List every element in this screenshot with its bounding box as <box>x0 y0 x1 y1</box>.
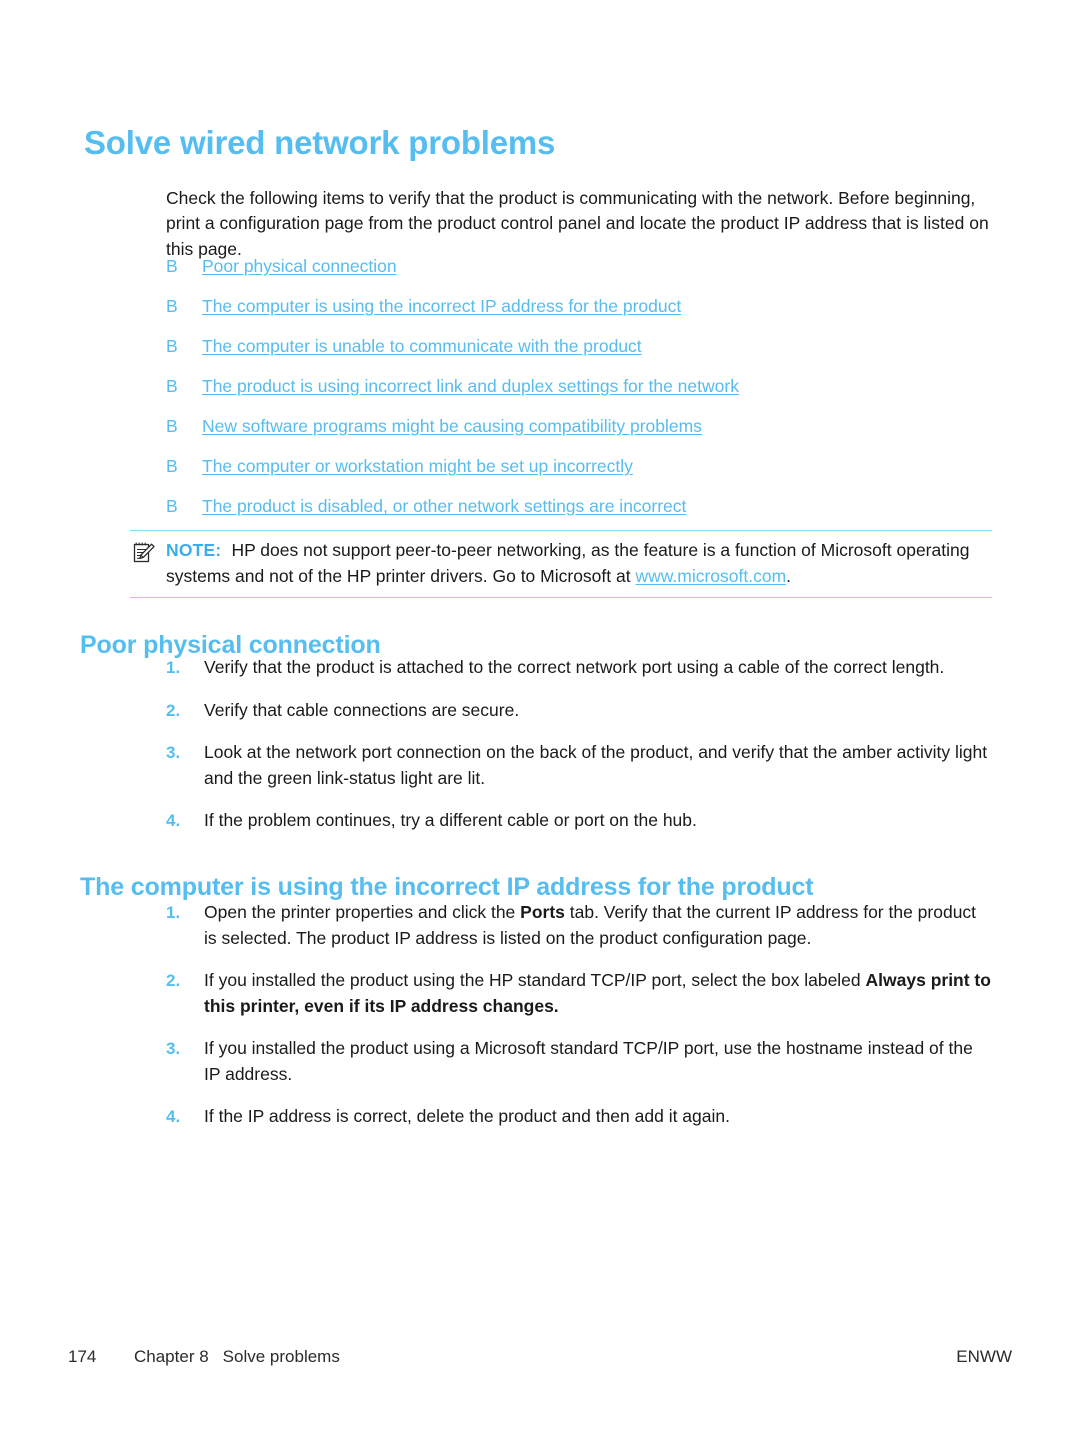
step-number: 3. <box>166 743 181 762</box>
steps-poor-physical-connection: 1. Verify that the product is attached t… <box>166 655 992 851</box>
list-item[interactable]: B The computer is unable to communicate … <box>166 336 996 376</box>
intro-paragraph: Check the following items to verify that… <box>166 187 989 259</box>
step-text-bold: Ports <box>520 902 565 922</box>
page-title: Solve wired network problems <box>84 124 556 162</box>
bullet-glyph-icon: B <box>166 296 178 316</box>
list-item: 2. If you installed the product using th… <box>166 968 992 1019</box>
section-link[interactable]: The computer or workstation might be set… <box>202 456 633 477</box>
section-link[interactable]: The computer is unable to communicate wi… <box>202 336 642 357</box>
note-label: NOTE: <box>166 540 222 560</box>
step-text: If you installed the product using a Mic… <box>204 1036 992 1087</box>
step-text: Open the printer properties and click th… <box>204 900 992 951</box>
note-text: HP does not support peer-to-peer network… <box>166 540 970 586</box>
note-callout: NOTE: HP does not support peer-to-peer ne… <box>130 530 992 598</box>
bullet-glyph-icon: B <box>166 376 178 396</box>
section-link[interactable]: Poor physical connection <box>202 256 397 277</box>
list-item: 1. Open the printer properties and click… <box>166 900 992 951</box>
list-item: 3. Look at the network port connection o… <box>166 740 992 791</box>
step-number: 3. <box>166 1039 181 1058</box>
bullet-glyph-icon: B <box>166 416 178 436</box>
footer-left: 174 Chapter 8 Solve problems <box>68 1347 340 1367</box>
list-item[interactable]: B New software programs might be causing… <box>166 416 996 456</box>
note-pencil-icon <box>131 540 157 566</box>
step-text: Verify that cable connections are secure… <box>204 699 520 720</box>
footer-chapter-title: Solve problems <box>222 1347 340 1366</box>
list-item[interactable]: B The product is using incorrect link an… <box>166 376 996 416</box>
section-link[interactable]: The computer is using the incorrect IP a… <box>202 296 681 317</box>
footer-right-label: ENWW <box>956 1347 1012 1366</box>
bullet-glyph-icon: B <box>166 256 178 276</box>
step-text-part: If the IP address is correct, delete the… <box>204 1106 730 1126</box>
section-link-list: B Poor physical connection B The compute… <box>166 256 996 536</box>
note-text-end: . <box>786 565 792 586</box>
step-number: 1. <box>166 658 181 677</box>
footer-chapter: Chapter 8 <box>134 1347 209 1366</box>
list-item: 4. If the IP address is correct, delete … <box>166 1104 992 1130</box>
section-link[interactable]: The product is using incorrect link and … <box>202 376 739 397</box>
step-number: 4. <box>166 1107 181 1126</box>
section-heading-incorrect-ip-address: The computer is using the incorrect IP a… <box>80 872 814 901</box>
step-number: 2. <box>166 700 181 720</box>
list-item: 4. If the problem continues, try a diffe… <box>166 808 992 834</box>
step-number: 4. <box>166 811 181 830</box>
step-text: Look at the network port connection on t… <box>204 742 988 788</box>
list-item: 3. If you installed the product using a … <box>166 1036 992 1087</box>
step-number: 2. <box>166 971 181 990</box>
list-item[interactable]: B The computer or workstation might be s… <box>166 456 996 496</box>
list-item: 2. Verify that cable connections are sec… <box>166 698 992 724</box>
step-number: 1. <box>166 903 181 922</box>
steps-incorrect-ip-address: 1. Open the printer properties and click… <box>166 900 992 1147</box>
list-item[interactable]: B Poor physical connection <box>166 256 996 296</box>
step-text: If the problem continues, try a differen… <box>204 810 697 830</box>
step-text: If the IP address is correct, delete the… <box>204 1104 992 1130</box>
step-text-part: If you installed the product using a Mic… <box>204 1038 973 1084</box>
step-text-part: If you installed the product using the H… <box>204 970 866 990</box>
bullet-glyph-icon: B <box>166 496 178 516</box>
bullet-glyph-icon: B <box>166 456 178 476</box>
step-text: Verify that the product is attached to t… <box>204 657 945 677</box>
section-link[interactable]: New software programs might be causing c… <box>202 416 702 437</box>
page-footer: 174 Chapter 8 Solve problems ENWW <box>68 1347 1012 1371</box>
step-text-part: Open the printer properties and click th… <box>204 902 521 922</box>
document-page: Solve wired network problems Check the f… <box>0 0 1080 1437</box>
bullet-glyph-icon: B <box>166 336 178 356</box>
microsoft-link[interactable]: www.microsoft.com <box>635 566 786 586</box>
section-link[interactable]: The product is disabled, or other networ… <box>202 496 686 517</box>
footer-page-number: 174 <box>68 1347 97 1366</box>
list-item[interactable]: B The computer is using the incorrect IP… <box>166 296 996 336</box>
list-item: 1. Verify that the product is attached t… <box>166 655 992 681</box>
step-text: If you installed the product using the H… <box>204 968 992 1019</box>
